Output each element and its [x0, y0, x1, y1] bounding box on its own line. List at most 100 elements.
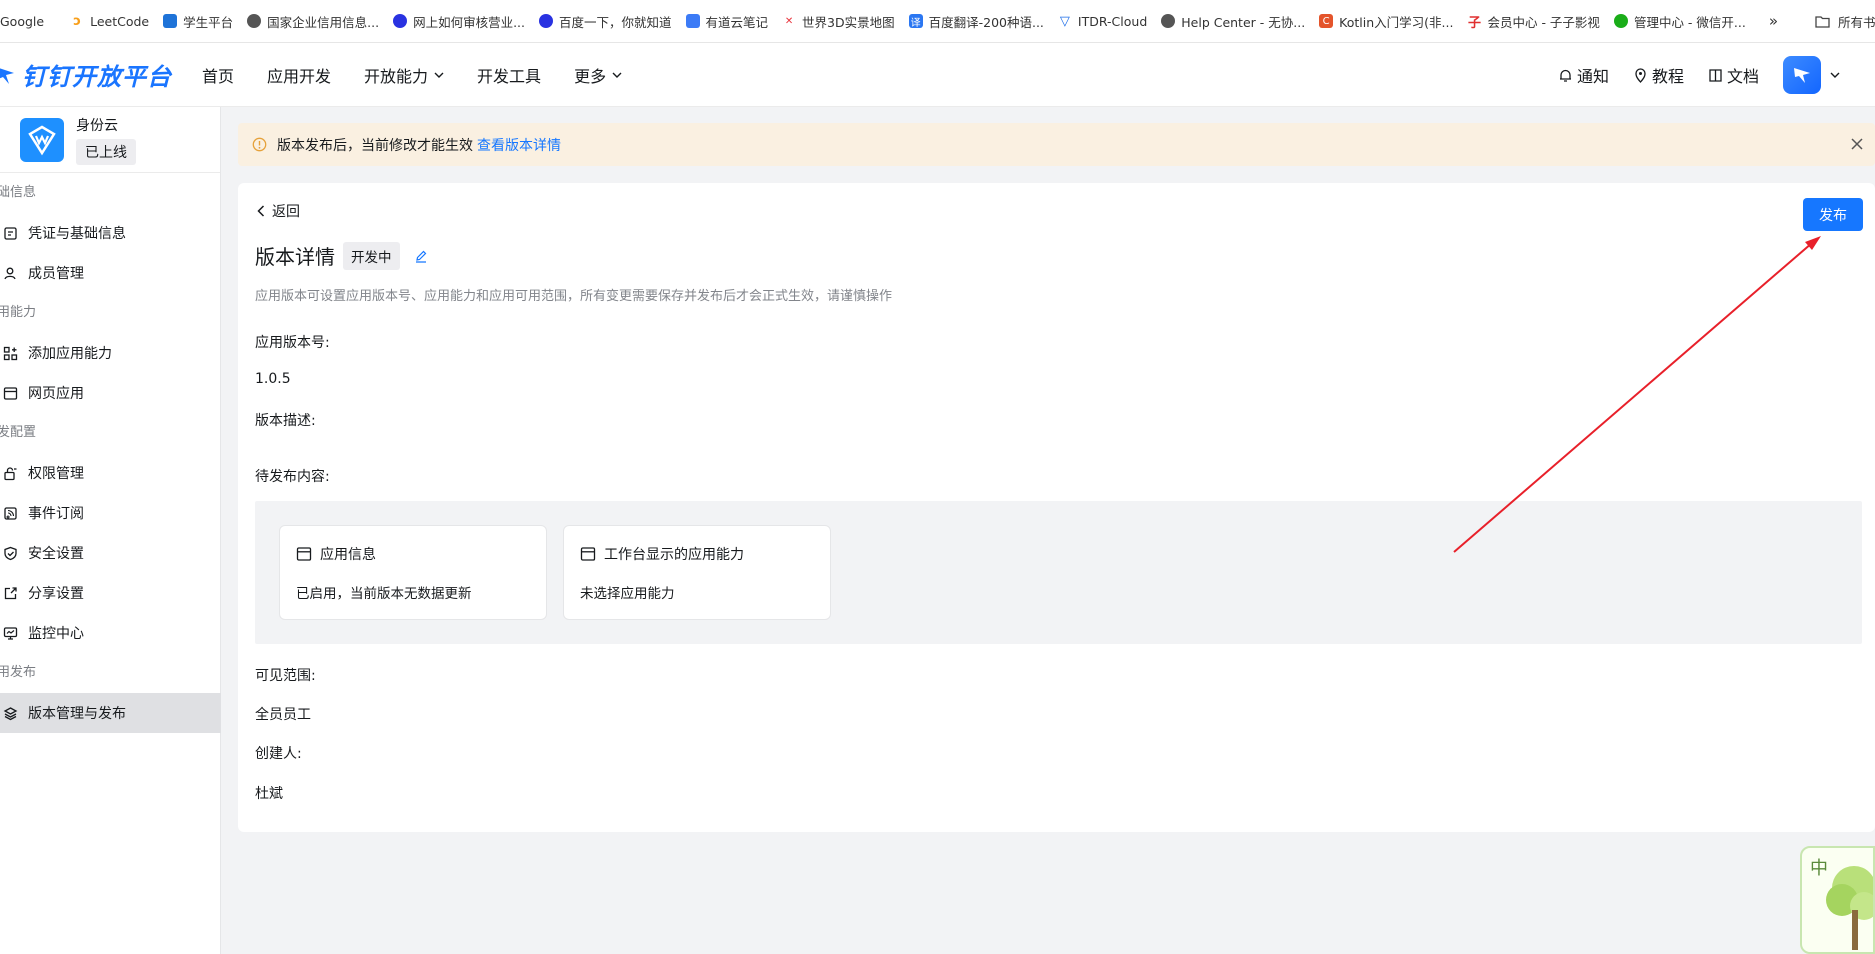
sidebar-item-label: 监控中心: [28, 626, 84, 642]
docs-label: 文档: [1726, 67, 1759, 86]
back-button[interactable]: 返回: [256, 201, 300, 221]
view-version-details-link[interactable]: 查看版本详情: [477, 135, 561, 155]
nav-more[interactable]: 更多: [574, 43, 622, 107]
browser-window-icon: [3, 386, 18, 400]
sidebar-item-version-management[interactable]: 版本管理与发布: [0, 693, 221, 733]
pending-card-app-info: 应用信息 已启用，当前版本无数据更新: [279, 525, 547, 620]
notify-label: 通知: [1576, 67, 1609, 86]
nav-dev-tools[interactable]: 开发工具: [477, 43, 541, 107]
chevron-down-icon: [434, 72, 444, 78]
sidebar-item-label: 添加应用能力: [28, 346, 112, 362]
nav-label: 应用开发: [267, 66, 332, 86]
user-icon: [4, 267, 16, 279]
top-header: 钉钉开放平台 首页 应用开发 开放能力 开发工具 更多 通知 教程 文档: [0, 43, 1875, 107]
sidebar-item-add-capability[interactable]: 添加应用能力: [0, 333, 220, 373]
pending-content-panel: 应用信息 已启用，当前版本无数据更新 工作台显示的应用能力 未选择应用能力: [255, 501, 1862, 644]
sidebar: 身份云 已上线 础信息 凭证与基础信息 成员管理 用能力 添加应用能力 网页应用…: [0, 107, 221, 954]
monitor-icon: [163, 14, 178, 28]
sidebar-item-web-app[interactable]: 网页应用: [0, 373, 220, 413]
bookmark-leetcode[interactable]: ↄ LeetCode: [63, 0, 156, 42]
sidebar-item-credentials[interactable]: 凭证与基础信息: [0, 213, 220, 253]
baidu-paw-icon: [393, 14, 408, 28]
floating-ime-widget[interactable]: ★ 中: [1800, 846, 1875, 954]
pending-card-body: 未选择应用能力: [580, 586, 675, 602]
chevron-left-icon: [257, 205, 265, 217]
bookmark-baidu[interactable]: 百度一下，你就知道: [532, 0, 679, 42]
bookmark-label: Kotlin入门学习(非...: [1339, 14, 1454, 30]
map-icon: ✕: [784, 15, 794, 27]
note-icon: [685, 14, 700, 28]
edit-pencil-icon[interactable]: [414, 249, 428, 263]
bookmark-student-platform[interactable]: 学生平台: [156, 0, 240, 42]
bell-icon: [1559, 69, 1571, 82]
sidebar-item-label: 网页应用: [28, 386, 84, 402]
bookmark-youdao-note[interactable]: 有道云笔记: [679, 0, 776, 42]
publish-button[interactable]: 发布: [1803, 198, 1863, 231]
ime-mode-char: 中: [1810, 858, 1828, 879]
folder-icon: [1815, 15, 1830, 28]
visible-scope-label: 可见范围:: [255, 668, 316, 684]
version-number-label: 应用版本号:: [255, 335, 330, 351]
sidebar-group-title: 用发布: [0, 665, 37, 680]
bookmark-google[interactable]: Google: [0, 0, 51, 42]
version-detail-card: 返回 发布 版本详情 开发中 应用版本可设置应用版本号、应用能力和应用可用范围，…: [238, 183, 1875, 832]
nav-home[interactable]: 首页: [202, 43, 234, 107]
tutorial-button[interactable]: 教程: [1633, 63, 1684, 87]
dingtalk-logo[interactable]: 钉钉开放平台: [0, 43, 172, 107]
bookmark-credit-info[interactable]: 国家企业信用信息...: [240, 0, 386, 42]
notice-text: 版本发布后，当前修改才能生效: [277, 137, 473, 154]
bookmark-baidu-translate[interactable]: 译 百度翻译-200种语...: [902, 0, 1051, 42]
nav-app-dev[interactable]: 应用开发: [267, 43, 331, 107]
all-bookmarks-button[interactable]: 所有书签: [1808, 0, 1875, 42]
sidebar-item-members[interactable]: 成员管理: [0, 253, 220, 293]
pending-card-title: 应用信息: [320, 547, 376, 563]
identity-cloud-logo-icon: [28, 125, 56, 155]
app-meta: 身份云 已上线: [76, 115, 136, 165]
bookmark-label: 网上如何审核营业...: [413, 14, 525, 30]
sidebar-item-label: 安全设置: [28, 546, 84, 562]
page-title: 版本详情: [255, 245, 335, 269]
pending-content-label: 待发布内容:: [255, 469, 330, 485]
notify-button[interactable]: 通知: [1558, 63, 1609, 87]
visible-scope-value: 全员员工: [255, 707, 311, 723]
subscribe-icon: [4, 506, 17, 520]
main-nav: 首页 应用开发 开放能力 开发工具 更多: [202, 43, 655, 107]
bookmark-label: 管理中心 - 微信开...: [1633, 14, 1746, 30]
zi-icon: 子: [1467, 15, 1481, 31]
sidebar-item-permissions[interactable]: 权限管理: [0, 453, 220, 493]
bookmark-itdr-cloud[interactable]: ▽ ITDR-Cloud: [1051, 0, 1154, 42]
version-description-label: 版本描述:: [255, 413, 316, 429]
pending-card-header: 应用信息: [296, 544, 530, 564]
bookmark-label: Google: [0, 13, 45, 29]
sidebar-item-event-subscription[interactable]: 事件订阅: [0, 493, 220, 533]
sidebar-item-security[interactable]: 安全设置: [0, 533, 220, 573]
pending-card-workbench-capability: 工作台显示的应用能力 未选择应用能力: [563, 525, 831, 620]
apps-add-icon: [3, 346, 18, 360]
bookmark-label: 国家企业信用信息...: [267, 14, 380, 30]
bookmark-member-center[interactable]: 子 会员中心 - 子子影视: [1460, 0, 1606, 42]
bookmark-3d-map[interactable]: ✕ 世界3D实景地图: [775, 0, 902, 42]
nav-open-capability[interactable]: 开放能力: [364, 43, 444, 107]
baidu-paw-icon: [538, 14, 553, 28]
dingtalk-logo-icon: [0, 67, 14, 84]
book-icon: [1709, 68, 1722, 82]
bookmark-help-center[interactable]: Help Center - 无协...: [1154, 0, 1312, 42]
bookmark-license-review[interactable]: 网上如何审核营业...: [386, 0, 532, 42]
close-icon[interactable]: [1849, 136, 1865, 152]
app-root: Google ↄ LeetCode 学生平台 国家企业信用信息... 网上如何审…: [0, 0, 1875, 954]
sidebar-item-label: 事件订阅: [28, 506, 84, 522]
nav-label: 开发工具: [477, 66, 542, 86]
docs-button[interactable]: 文档: [1708, 63, 1759, 87]
bookmark-wechat-admin[interactable]: 管理中心 - 微信开...: [1607, 0, 1753, 42]
chevron-down-icon[interactable]: [1829, 69, 1841, 81]
bookmark-label: ITDR-Cloud: [1077, 13, 1148, 29]
chevron-down-icon: [612, 72, 622, 78]
globe-icon: [1161, 14, 1176, 28]
sidebar-item-monitor[interactable]: 监控中心: [0, 613, 220, 653]
sidebar-item-share[interactable]: 分享设置: [0, 573, 220, 613]
bookmark-kotlin[interactable]: C Kotlin入门学习(非...: [1312, 0, 1460, 42]
user-avatar[interactable]: [1783, 56, 1821, 94]
bookmark-label: 百度翻译-200种语...: [928, 14, 1044, 30]
bookmarks-overflow-button[interactable]: »: [1759, 12, 1788, 30]
back-label: 返回: [272, 204, 300, 220]
